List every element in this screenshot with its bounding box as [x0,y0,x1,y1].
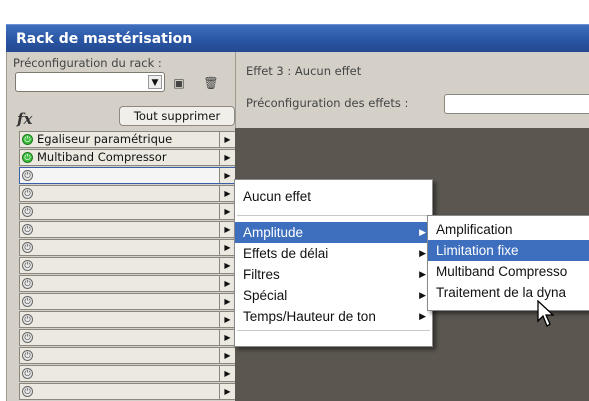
dropdown-arrow-icon[interactable]: ▼ [148,75,162,89]
menu-separator [237,330,430,331]
submenu-item[interactable]: Traitement de la dyna [428,282,589,303]
slot-menu-arrow-icon[interactable]: ▶ [219,150,235,165]
submenu-item[interactable]: Limitation fixe [428,240,589,261]
delete-preset-icon[interactable]: 🗑 [203,75,219,91]
effect-slot[interactable]: ⏻ ▶ [19,275,236,292]
effect-slot[interactable]: ⏻ ▶ [19,293,236,310]
effect-slot[interactable]: ⏻ ▶ [19,221,236,238]
slot-name: Multiband Compressor [37,150,167,164]
power-icon[interactable]: ⏻ [22,278,33,289]
menu-item-category[interactable]: Filtres ▶ [235,264,432,285]
menu-item-label: Temps/Hauteur de ton [243,309,376,324]
remove-all-button[interactable]: Tout supprimer [119,106,235,126]
menu-item-label: Effets de délai [243,246,329,261]
effect-title: Effet 3 : Aucun effet [246,64,362,78]
effect-slot[interactable]: ⏻ ▶ [19,311,236,328]
power-icon[interactable]: ⏻ [22,368,33,379]
power-icon[interactable]: ⏻ [22,152,33,163]
effect-slot[interactable]: ⏻ Multiband Compressor ▶ [19,149,236,166]
power-icon[interactable]: ⏻ [22,134,33,145]
slot-menu-arrow-icon[interactable]: ▶ [219,132,235,147]
fx-icon: fx [17,110,33,128]
power-icon[interactable]: ⏻ [22,260,33,271]
effect-slot[interactable]: ⏻ ▶ [19,167,236,184]
effect-preset-select[interactable] [444,94,589,114]
mastering-rack-window: Rack de mastérisation Préconfiguration d… [0,0,589,401]
slot-menu-arrow-icon[interactable]: ▶ [219,330,235,345]
power-icon[interactable]: ⏻ [22,350,33,361]
effect-slot[interactable]: ⏻ Egaliseur paramétrique ▶ [19,131,236,148]
power-icon[interactable]: ⏻ [22,224,33,235]
submenu-arrow-icon: ▶ [419,248,426,258]
menu-item-category[interactable]: Spécial ▶ [235,285,432,306]
menu-item-category[interactable]: Temps/Hauteur de ton ▶ [235,306,432,327]
power-icon[interactable]: ⏻ [22,314,33,325]
power-icon[interactable]: ⏻ [22,296,33,307]
submenu-item-label: Traitement de la dyna [436,285,567,300]
save-preset-icon[interactable]: ▣ [171,75,187,91]
slot-menu-arrow-icon[interactable]: ▶ [219,168,235,183]
submenu-item-label: Multiband Compresso [436,264,568,279]
menu-item-label: Filtres [243,267,280,282]
slot-menu-arrow-icon[interactable]: ▶ [219,204,235,219]
menu-item-label: Spécial [243,288,288,303]
amplitude-submenu: Amplification Limitation fixe Multiband Co… [427,215,589,311]
slot-menu-arrow-icon[interactable]: ▶ [219,312,235,327]
slot-menu-arrow-icon[interactable]: ▶ [219,276,235,291]
submenu-item[interactable]: Multiband Compresso [428,261,589,282]
power-icon[interactable]: ⏻ [22,206,33,217]
rack-panel: Préconfiguration du rack : ▼ ▣ 🗑 fx Tout… [6,52,236,401]
slot-menu-arrow-icon[interactable]: ▶ [219,348,235,363]
menu-item-no-effect[interactable]: Aucun effet [235,186,432,207]
slot-menu-arrow-icon[interactable]: ▶ [219,186,235,201]
effect-slot[interactable]: ⏻ ▶ [19,203,236,220]
slot-menu-arrow-icon[interactable]: ▶ [219,294,235,309]
submenu-arrow-icon: ▶ [419,227,426,237]
power-icon[interactable]: ⏻ [22,386,33,397]
effect-slot[interactable]: ⏻ ▶ [19,329,236,346]
menu-separator [237,215,430,216]
effect-slot[interactable]: ⏻ ▶ [19,239,236,256]
rack-preset-select[interactable]: ▼ [15,72,165,92]
menu-item-category[interactable]: Amplitude ▶ [235,222,432,243]
power-icon[interactable]: ⏻ [22,188,33,199]
menu-item-category[interactable]: Effets de délai ▶ [235,243,432,264]
effect-slots: ⏻ Egaliseur paramétrique ▶ ⏻ Multiband Compr… [19,131,236,401]
slot-menu-arrow-icon[interactable]: ▶ [219,240,235,255]
effect-slot[interactable]: ⏻ ▶ [19,365,236,382]
effect-menu: Aucun effet Amplitude ▶ Effets de délai ▶ Fi… [234,179,433,347]
slot-menu-arrow-icon[interactable]: ▶ [219,366,235,381]
slot-menu-arrow-icon[interactable]: ▶ [219,258,235,273]
menu-item-label: Amplitude [243,225,304,240]
slot-name: Egaliseur paramétrique [37,132,173,146]
rack-preset-label: Préconfiguration du rack : [13,56,162,70]
power-icon[interactable]: ⏻ [22,332,33,343]
submenu-item-label: Limitation fixe [436,243,519,258]
window-title: Rack de mastérisation [6,24,589,52]
power-icon[interactable]: ⏻ [22,242,33,253]
slot-menu-arrow-icon[interactable]: ▶ [219,384,235,399]
power-icon[interactable]: ⏻ [22,170,33,181]
effect-header: Effet 3 : Aucun effet Préconfiguration d… [235,52,589,128]
slot-menu-arrow-icon[interactable]: ▶ [219,222,235,237]
mouse-pointer-icon [537,300,555,327]
submenu-arrow-icon: ▶ [419,290,426,300]
effect-slot[interactable]: ⏻ ▶ [19,383,236,400]
submenu-arrow-icon: ▶ [419,311,426,321]
submenu-item-label: Amplification [436,222,513,237]
submenu-arrow-icon: ▶ [419,269,426,279]
effect-slot[interactable]: ⏻ ▶ [19,257,236,274]
submenu-item[interactable]: Amplification [428,219,589,240]
effect-slot[interactable]: ⏻ ▶ [19,347,236,364]
effect-slot[interactable]: ⏻ ▶ [19,185,236,202]
effect-preset-label: Préconfiguration des effets : [246,96,409,110]
